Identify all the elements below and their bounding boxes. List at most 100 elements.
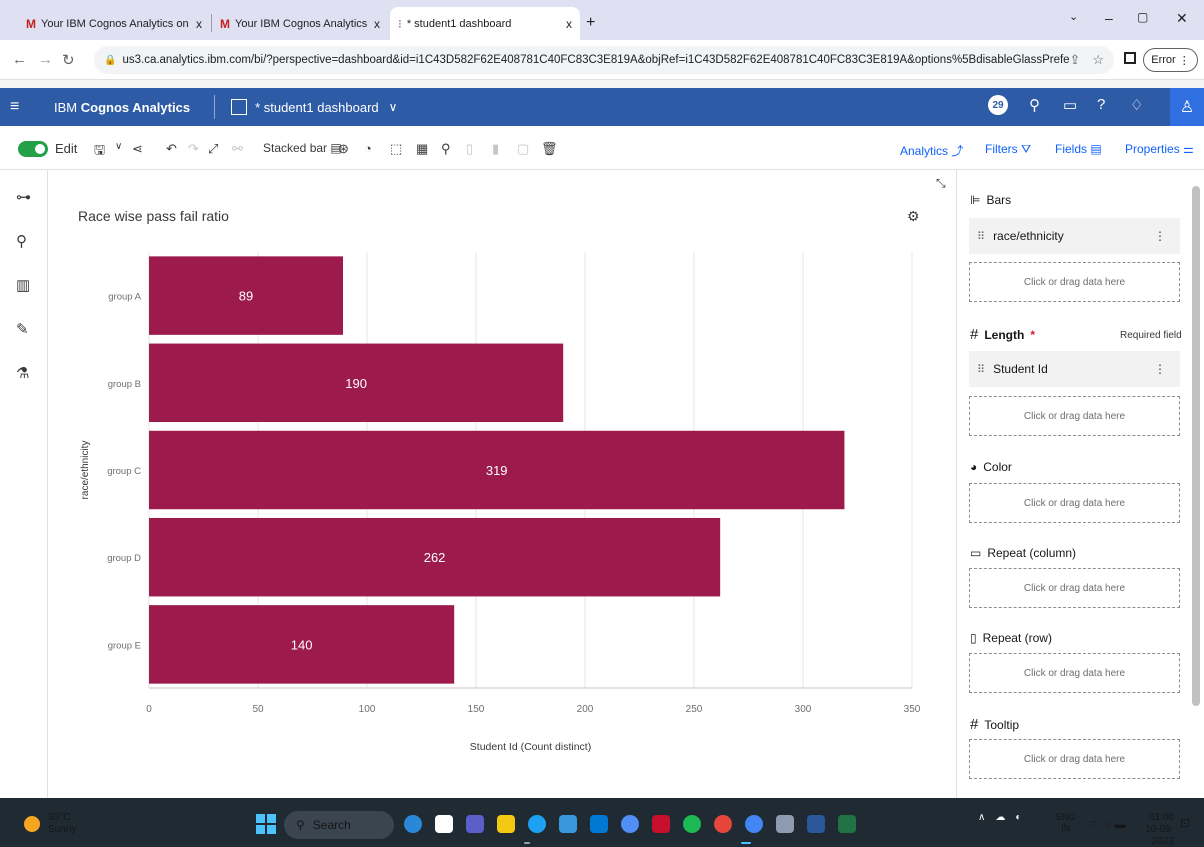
chrome-icon[interactable] [745, 815, 763, 833]
palette-icon[interactable]: ⊛ [338, 141, 349, 157]
bookmark-star-icon[interactable]: ☆ [1092, 52, 1104, 68]
x-tick-label: 100 [359, 704, 376, 715]
close-icon[interactable]: x [374, 17, 380, 31]
copy-icon[interactable]: ▯ [466, 141, 473, 157]
paste-icon[interactable]: ▮ [492, 141, 499, 157]
clock[interactable]: 01:00 10-09-2023 [1124, 812, 1174, 847]
tab-title: Your IBM Cognos Analytics on Cl [41, 17, 190, 30]
search-icon[interactable]: ⚲ [1029, 96, 1040, 114]
word-icon[interactable] [807, 815, 825, 833]
bars-field-pill[interactable]: ⠿ race/ethnicity ⋮ [969, 218, 1180, 254]
duplicate-icon[interactable]: ▢ [517, 141, 529, 157]
bars-icon: ⊫ [970, 193, 981, 207]
file-explorer-icon[interactable] [497, 815, 515, 833]
panel-scrollbar[interactable] [1192, 186, 1200, 706]
analytics-button[interactable]: Analytics ⤴ [900, 142, 963, 159]
snipping-tool-icon[interactable] [776, 815, 794, 833]
chat-icon[interactable]: ▭ [1063, 96, 1077, 114]
redo-icon[interactable]: ↷ [188, 141, 199, 157]
system-tray[interactable]: ∧ ☁ ◐ [978, 812, 1021, 823]
share-icon[interactable]: ⋖ [132, 141, 143, 157]
share-icon[interactable]: ⇪ [1069, 52, 1080, 68]
color-slot-header: ◕ Color [970, 460, 1012, 474]
help-icon[interactable]: ? [1097, 96, 1105, 113]
bell-icon[interactable]: ♢ [1130, 96, 1143, 114]
chrome-icon[interactable] [714, 815, 732, 833]
tooltip-slot-header: # Tooltip [970, 716, 1020, 733]
repeat-column-drop-zone[interactable]: Click or drag data here [969, 568, 1180, 608]
undo-icon[interactable]: ↶ [166, 141, 177, 157]
mail-icon[interactable] [590, 815, 608, 833]
user-icon[interactable]: ♙ [1170, 88, 1204, 126]
new-tab-button[interactable]: + [586, 14, 595, 32]
address-bar[interactable]: 🔒 us3.ca.analytics.ibm.com/bi/?perspecti… [94, 46, 1114, 74]
table-icon[interactable]: ▦ [416, 141, 428, 157]
bing-icon[interactable] [404, 815, 422, 833]
link-icon[interactable]: ⚯ [232, 141, 243, 157]
bar-chart[interactable]: 0 50 100 150 200 250 300 350 89 group A 190 group B… [48, 170, 956, 798]
dashboard-title[interactable]: * student1 dashboard [255, 100, 379, 115]
bars-slot-header: ⊫ Bars [970, 193, 1012, 207]
sidepanel-icon[interactable] [1124, 52, 1136, 64]
network-volume-battery-icons[interactable]: ⌔ ◁ ▬ [1088, 818, 1126, 832]
viz-type-button[interactable]: Stacked bar ▤ [263, 141, 342, 155]
menu-icon[interactable]: ≡ [10, 98, 32, 116]
edge-icon[interactable] [528, 815, 546, 833]
edit-toggle[interactable] [18, 141, 48, 157]
filters-button[interactable]: Filters ⛛ [985, 142, 1031, 157]
language-indicator[interactable]: ENG IN [1056, 812, 1076, 834]
store-icon[interactable] [559, 815, 577, 833]
bars-drop-zone[interactable]: Click or drag data here [969, 262, 1180, 302]
app-icon[interactable] [621, 815, 639, 833]
back-icon[interactable]: ← [12, 51, 27, 68]
excel-icon[interactable] [838, 815, 856, 833]
close-icon[interactable]: x [196, 17, 202, 31]
widgets-icon[interactable]: ✎ [16, 320, 29, 338]
bar-value-label: 140 [291, 637, 313, 652]
length-drop-zone[interactable]: Click or drag data here [969, 396, 1180, 436]
restore-icon[interactable]: ▢ [1137, 10, 1148, 24]
fields-button[interactable]: Fields ▤ [1055, 142, 1102, 156]
chevron-down-icon[interactable]: ∨ [389, 100, 398, 114]
browser-tab-2[interactable]: M Your IBM Cognos Analytics on Cl x [212, 7, 388, 40]
spotify-icon[interactable] [683, 815, 701, 833]
tab-search-chevron-icon[interactable]: ⌄ [1069, 10, 1078, 23]
tooltip-drop-zone[interactable]: Click or drag data here [969, 739, 1180, 779]
mcafee-icon[interactable] [652, 815, 670, 833]
assistant-icon[interactable]: ⚗ [16, 364, 29, 382]
length-field-pill[interactable]: ⠿ Student Id ⋮ [969, 351, 1180, 387]
expand-icon[interactable]: ⤢ [208, 141, 218, 157]
reload-icon[interactable]: ↻ [62, 51, 75, 69]
pin-icon[interactable]: ⚲ [441, 141, 451, 157]
animation-icon[interactable]: ◔ [364, 141, 372, 156]
delete-icon[interactable]: 🗑 [541, 141, 558, 157]
chevron-down-icon[interactable]: ∨ [115, 141, 122, 152]
minimize-icon[interactable]: – [1105, 10, 1113, 26]
properties-button[interactable]: Properties ⚌ [1125, 142, 1194, 156]
repeat-column-slot-header: ▭ Repeat (column) [970, 546, 1077, 560]
x-tick-label: 150 [468, 704, 485, 715]
data-sources-icon[interactable]: ⊶ [16, 188, 31, 206]
window-close-icon[interactable]: ✕ [1176, 10, 1188, 27]
windows-start-icon[interactable] [256, 814, 276, 834]
save-icon[interactable]: 🖫 [94, 141, 105, 163]
loading-icon: ⁝ [398, 16, 402, 31]
task-view-icon[interactable] [435, 815, 453, 833]
weather-widget[interactable]: 30°C Sunny [48, 812, 76, 836]
weather-sun-icon[interactable] [24, 816, 40, 832]
repeat-row-drop-zone[interactable]: Click or drag data here [969, 653, 1180, 693]
color-drop-zone[interactable]: Click or drag data here [969, 483, 1180, 523]
taskbar-search[interactable]: ⚲ Search [284, 811, 394, 839]
teams-icon[interactable] [466, 815, 484, 833]
notifications-icon[interactable]: ⊡ [1180, 816, 1190, 830]
visualizations-icon[interactable]: ▥ [16, 276, 30, 294]
forward-icon[interactable]: → [38, 51, 53, 68]
focus-icon[interactable]: ⬚ [390, 141, 402, 157]
pin-icon[interactable]: ⚲ [16, 232, 27, 250]
header-divider [214, 95, 216, 119]
browser-tab-1[interactable]: M Your IBM Cognos Analytics on Cl x [18, 7, 210, 40]
close-icon[interactable]: x [566, 17, 572, 31]
notification-count-badge[interactable]: 29 [988, 95, 1008, 115]
profile-error-button[interactable]: Error ⋮ [1143, 48, 1198, 72]
browser-tab-3[interactable]: ⁝ * student1 dashboard x [390, 7, 580, 40]
